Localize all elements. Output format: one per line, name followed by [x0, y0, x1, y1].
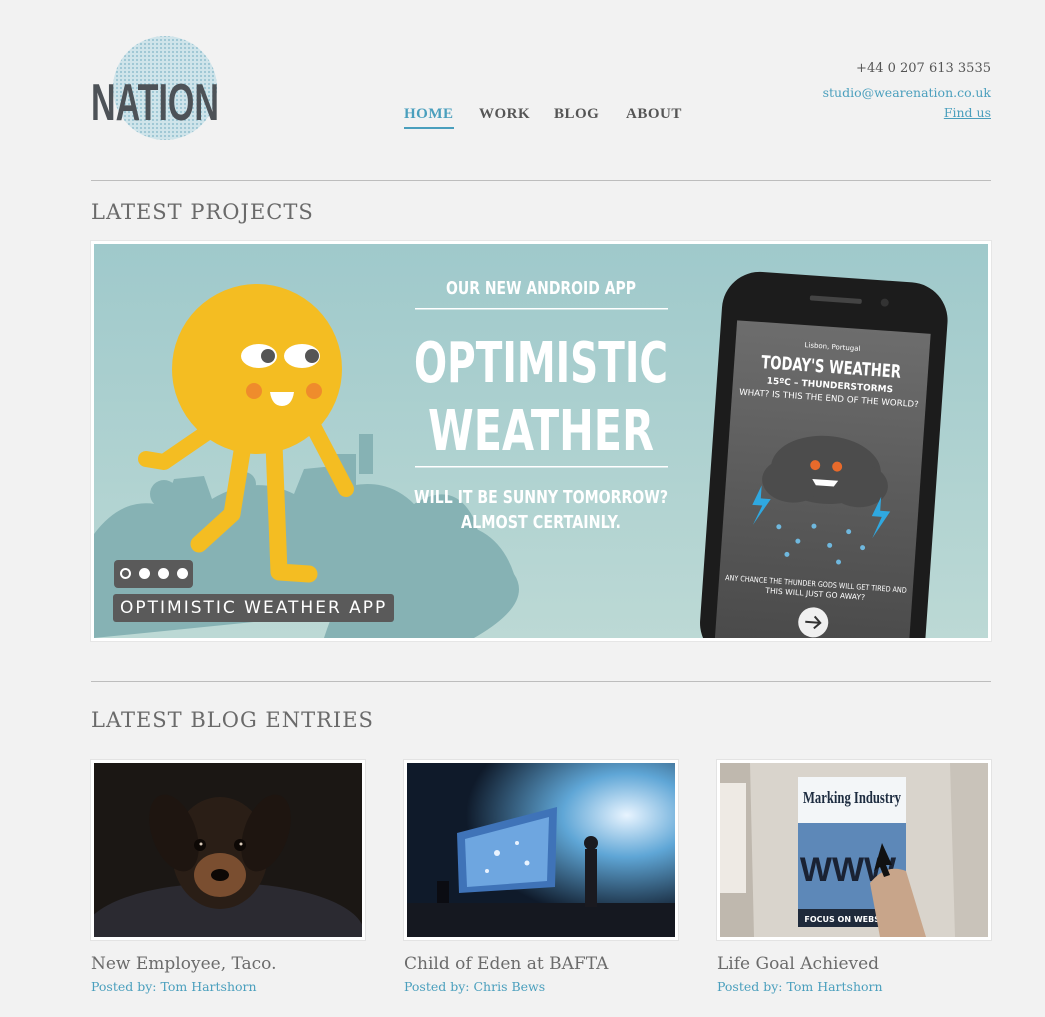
blog-card[interactable]: Marking Industry WWW FOCUS ON WEBSITES L… [717, 760, 991, 994]
slide-kicker: OUR NEW ANDROID APP [446, 278, 636, 299]
blog-author[interactable]: Posted by: Tom Hartshorn [717, 979, 991, 994]
phone-mockup: Lisbon, Portugal TODAY'S WEATHER 15ºC – … [700, 271, 948, 638]
slide-title-1: OPTIMISTIC [414, 331, 668, 396]
slide-caption[interactable]: OPTIMISTIC WEATHER APP [113, 594, 395, 622]
nav-home[interactable]: HOME [404, 106, 454, 129]
magazine-photo[interactable]: Marking Industry WWW FOCUS ON WEBSITES [717, 760, 991, 940]
nation-logo[interactable]: NATION [91, 34, 221, 142]
slide-dot-2[interactable] [139, 568, 150, 579]
magazine-masthead: Marking Industry [803, 788, 901, 807]
slide-tagline-1: WILL IT BE SUNNY TOMORROW? [414, 487, 668, 508]
slide-dot-3[interactable] [158, 568, 169, 579]
blog-title[interactable]: Life Goal Achieved [717, 954, 991, 974]
slide-dot-1[interactable] [120, 568, 131, 579]
blog-author[interactable]: Posted by: Chris Bews [404, 979, 678, 994]
divider [91, 681, 991, 682]
blog-card[interactable]: New Employee, Taco. Posted by: Tom Harts… [91, 760, 365, 994]
nav-work[interactable]: WORK [479, 106, 530, 123]
contact-block: +44 0 207 613 3535 studio@wearenation.co… [823, 60, 991, 121]
blog-entries: New Employee, Taco. Posted by: Tom Harts… [91, 760, 991, 1000]
blog-title[interactable]: Child of Eden at BAFTA [404, 954, 678, 974]
slide-title-2: WEATHER [428, 399, 654, 464]
phone-number: +44 0 207 613 3535 [856, 61, 991, 76]
blog-card[interactable]: Child of Eden at BAFTA Posted by: Chris … [404, 760, 678, 994]
dog-photo[interactable] [91, 760, 365, 940]
blog-author[interactable]: Posted by: Tom Hartshorn [91, 979, 365, 994]
slide-tagline-2: ALMOST CERTAINLY. [461, 512, 621, 533]
latest-projects-heading: LATEST PROJECTS [91, 200, 314, 224]
email-link[interactable]: studio@wearenation.co.uk [823, 85, 991, 101]
nav-about[interactable]: ABOUT [626, 106, 682, 123]
slide-pager [114, 560, 193, 588]
find-us-link[interactable]: Find us [823, 105, 991, 121]
logo-text: NATION [91, 74, 219, 132]
blog-title[interactable]: New Employee, Taco. [91, 954, 365, 974]
project-slider[interactable]: OUR NEW ANDROID APP OPTIMISTIC WEATHER W… [91, 241, 991, 641]
stage-photo[interactable] [404, 760, 678, 940]
slide-dot-4[interactable] [177, 568, 188, 579]
divider [91, 180, 991, 181]
latest-blog-heading: LATEST BLOG ENTRIES [91, 708, 374, 732]
nav-blog[interactable]: BLOG [554, 106, 599, 123]
